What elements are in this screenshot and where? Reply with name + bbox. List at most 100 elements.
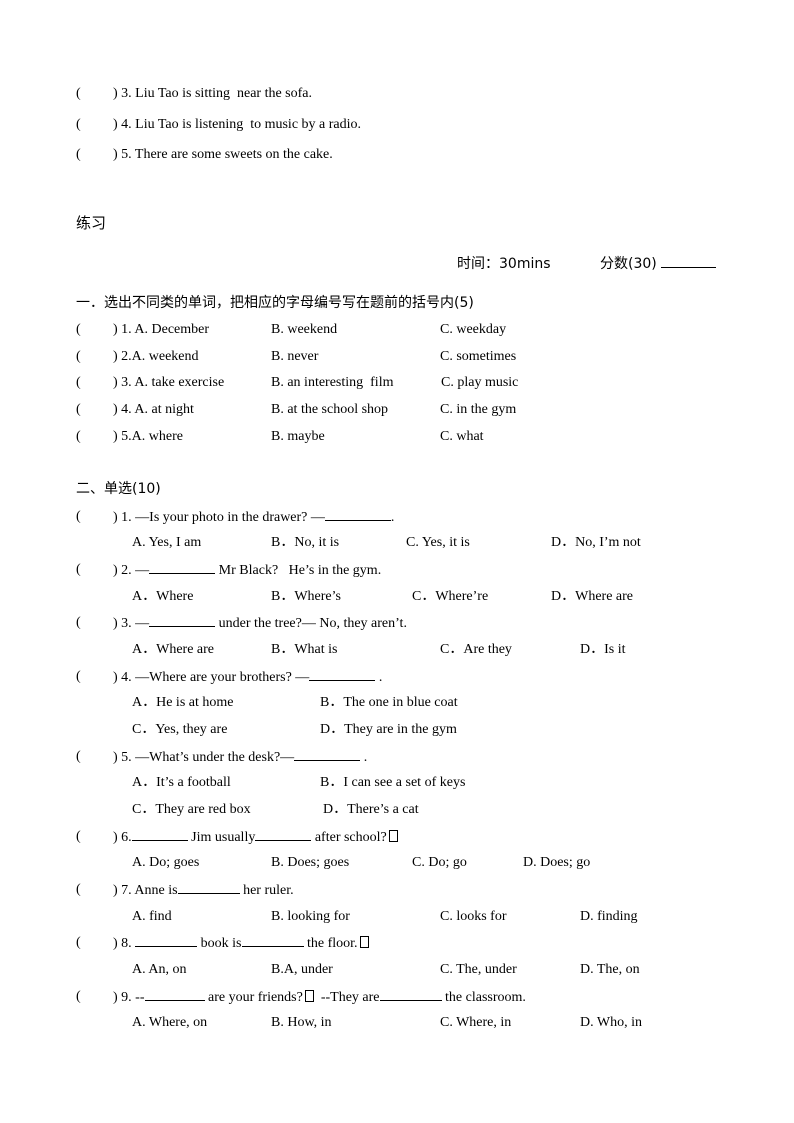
- q9-text-end: the classroom.: [441, 990, 526, 1005]
- answer-blank[interactable]: [149, 614, 216, 627]
- q6-text: ) 6.: [113, 830, 132, 845]
- paren-open: (: [76, 935, 81, 950]
- top-item-4: ) 4. Liu Tao is listening to music by a …: [113, 116, 361, 134]
- q5-option-c: C．They are red box: [132, 802, 251, 817]
- paren-open: (: [76, 402, 81, 417]
- paren-open: (: [76, 669, 81, 684]
- q3-stem: ) 3. — under the tree?— No, they aren’t.: [113, 614, 407, 633]
- q1-option-d: D．No, I’m not: [551, 535, 641, 550]
- q4-text: ) 4. —Where are your brothers? —: [113, 670, 310, 685]
- score-blank[interactable]: [661, 255, 717, 268]
- q2-option-c: C．Where’re: [412, 589, 489, 604]
- missing-glyph-box: [304, 990, 314, 1002]
- s1-item-5-a: ) 5.A. where: [113, 429, 183, 444]
- q9-text: ) 9. --: [113, 990, 145, 1005]
- missing-glyph-box: [388, 830, 398, 842]
- item-text: Liu Tao is sitting near the sofa.: [131, 86, 313, 101]
- item-text: There are some sweets on the cake.: [131, 147, 333, 162]
- q1-stem: ) 1. —Is your photo in the drawer? —.: [113, 508, 394, 527]
- answer-blank[interactable]: [255, 828, 312, 841]
- q3-text-end: under the tree?— No, they aren’t.: [215, 616, 407, 631]
- q8-option-a: A. An, on: [132, 962, 187, 977]
- q7-option-b: B. looking for: [271, 909, 350, 924]
- q1-text-end: .: [390, 510, 395, 525]
- q2-text-end: Mr Black? He’s in the gym.: [215, 563, 382, 578]
- answer-blank[interactable]: [309, 668, 376, 681]
- s1-item-4-c: C. in the gym: [440, 402, 517, 417]
- q8-option-b: B.A, under: [271, 962, 333, 977]
- q9-text-mid2: --They are: [313, 990, 380, 1005]
- paren-open: (: [76, 147, 81, 162]
- q8-text-mid: book is: [197, 936, 242, 951]
- q6-option-c: C. Do; go: [412, 855, 467, 870]
- paren-open: (: [76, 989, 81, 1004]
- s1-item-1-b: B. weekend: [271, 322, 338, 337]
- answer-blank[interactable]: [379, 988, 442, 1001]
- q4-text-end: .: [375, 670, 383, 685]
- s1-item-5-b: B. maybe: [271, 429, 325, 444]
- paren-open: (: [76, 349, 81, 364]
- q3-option-b: B．What is: [271, 642, 338, 657]
- q1-option-b: B．No, it is: [271, 535, 340, 550]
- answer-blank[interactable]: [294, 748, 361, 761]
- paren-open: (: [76, 562, 81, 577]
- q2-option-a: A．Where: [132, 589, 194, 604]
- missing-glyph-box: [359, 936, 369, 948]
- paren-open: (: [76, 322, 81, 337]
- practice-title: 练习: [76, 214, 107, 232]
- q7-option-d: D. finding: [580, 909, 638, 924]
- q3-text: ) 3. —: [113, 616, 150, 631]
- q2-text: ) 2. —: [113, 563, 150, 578]
- item-number: ) 5.: [113, 147, 132, 162]
- q7-option-c: C. looks for: [440, 909, 507, 924]
- answer-blank[interactable]: [149, 561, 216, 574]
- q6-text-end: after school?: [311, 830, 387, 845]
- item-text: Liu Tao is listening to music by a radio…: [131, 117, 362, 132]
- paren-open: (: [76, 615, 81, 630]
- answer-blank[interactable]: [324, 508, 391, 521]
- q5-option-a: A．It’s a football: [132, 775, 231, 790]
- section2-title: 二、单选(10): [76, 481, 161, 497]
- q8-text-end: the floor.: [303, 936, 358, 951]
- q9-text-mid: are your friends?: [204, 990, 303, 1005]
- q8-option-c: C. The, under: [440, 962, 517, 977]
- answer-blank[interactable]: [177, 881, 240, 894]
- q1-option-c: C. Yes, it is: [406, 535, 470, 550]
- answer-blank[interactable]: [131, 828, 188, 841]
- q4-option-a: A．He is at home: [132, 695, 234, 710]
- s1-item-1-a: ) 1. A. December: [113, 322, 210, 337]
- score-text: 分数(30): [600, 256, 657, 272]
- item-number: ) 4.: [113, 117, 132, 132]
- q8-text: ) 8.: [113, 936, 136, 951]
- q8-option-d: D. The, on: [580, 962, 640, 977]
- q5-text: ) 5. —What’s under the desk?—: [113, 750, 295, 765]
- s1-item-3-b: B. an interesting film: [271, 375, 394, 390]
- section1-title: 一．选出不同类的单词，把相应的字母编号写在题前的括号内(5): [76, 295, 474, 311]
- q1-text: ) 1. —Is your photo in the drawer? —: [113, 510, 325, 525]
- s1-item-2-c: C. sometimes: [440, 349, 517, 364]
- q6-option-a: A. Do; goes: [132, 855, 200, 870]
- q7-stem: ) 7. Anne is her ruler.: [113, 881, 294, 900]
- answer-blank[interactable]: [135, 934, 198, 947]
- q3-option-a: A．Where are: [132, 642, 215, 657]
- q6-text-mid: Jim usually: [187, 830, 256, 845]
- q6-stem: ) 6. Jim usually after school?: [113, 828, 398, 847]
- s1-item-5-c: C. what: [440, 429, 484, 444]
- s1-item-1-c: C. weekday: [440, 322, 507, 337]
- answer-blank[interactable]: [144, 988, 205, 1001]
- answer-blank[interactable]: [241, 934, 304, 947]
- q4-option-c: C．Yes, they are: [132, 722, 228, 737]
- q2-option-d: D．Where are: [551, 589, 634, 604]
- q9-stem: ) 9. -- are your friends? --They are the…: [113, 988, 526, 1007]
- q3-option-d: D．Is it: [580, 642, 626, 657]
- q9-option-c: C. Where, in: [440, 1015, 512, 1030]
- q7-text: ) 7. Anne is: [113, 883, 178, 898]
- s1-item-3-c: C. play music: [441, 375, 519, 390]
- q1-option-a: A. Yes, I am: [132, 535, 202, 550]
- q9-option-d: D. Who, in: [580, 1015, 642, 1030]
- s1-item-4-b: B. at the school shop: [271, 402, 389, 417]
- s1-item-2-a: ) 2.A. weekend: [113, 349, 199, 364]
- s1-item-3-a: ) 3. A. take exercise: [113, 375, 225, 390]
- time-label: 时间：30mins: [457, 256, 551, 272]
- q6-option-d: D. Does; go: [523, 855, 591, 870]
